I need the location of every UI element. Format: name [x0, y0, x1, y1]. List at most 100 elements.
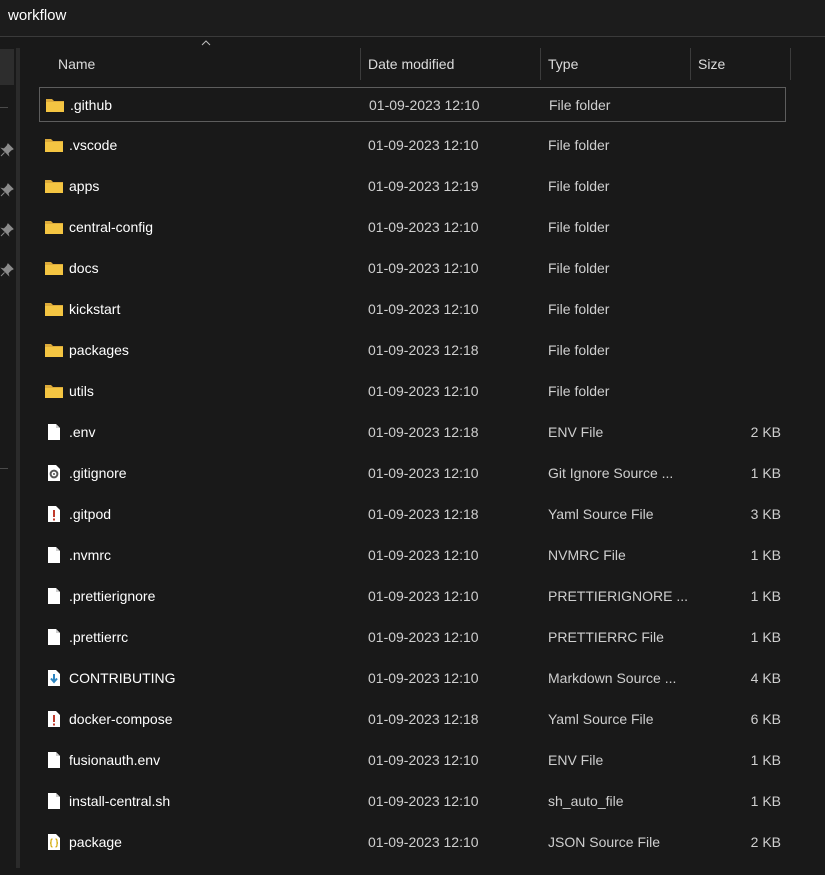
address-bar[interactable]: workflow [0, 0, 825, 37]
file-type: File folder [548, 301, 610, 317]
file-date: 01-09-2023 12:10 [368, 588, 479, 604]
file-type: Yaml Source File [548, 506, 654, 522]
json-file-icon [48, 834, 60, 850]
pane-splitter[interactable] [16, 48, 20, 868]
file-icon [48, 588, 60, 604]
file-name: .gitpod [69, 506, 112, 522]
file-date: 01-09-2023 12:19 [368, 178, 479, 194]
table-row[interactable]: install-central.sh 01-09-2023 12:10 sh_aut… [39, 784, 786, 819]
file-name: fusionauth.env [69, 752, 161, 768]
table-row[interactable]: .gitignore 01-09-2023 12:10 Git Ignore Sou… [39, 456, 786, 491]
pin-icon[interactable] [0, 183, 14, 197]
file-size: 1 KB [750, 465, 781, 481]
file-size: 1 KB [750, 588, 781, 604]
folder-icon [45, 139, 63, 152]
file-type: NVMRC File [548, 547, 626, 563]
file-type: File folder [548, 342, 610, 358]
column-header-row: Name Date modified Type Size [22, 48, 812, 80]
table-row[interactable]: .nvmrc 01-09-2023 12:10 NVMRC File 1 KB [39, 538, 786, 573]
file-size: 2 KB [750, 424, 781, 440]
file-size: 3 KB [750, 506, 781, 522]
file-type: PRETTIERRC File [548, 629, 664, 645]
table-row[interactable]: .github 01-09-2023 12:10 File folder [39, 87, 786, 122]
file-type: File folder [548, 260, 610, 276]
file-date: 01-09-2023 12:18 [368, 424, 479, 440]
file-name: utils [69, 383, 94, 399]
pin-icon[interactable] [0, 143, 14, 157]
table-row[interactable]: docs 01-09-2023 12:10 File folder [39, 251, 786, 286]
nav-selected-item[interactable] [0, 49, 14, 85]
table-row[interactable]: package 01-09-2023 12:10 JSON Source File 2… [39, 825, 786, 860]
folder-icon [45, 262, 63, 275]
column-header-date[interactable]: Date modified [368, 48, 454, 80]
folder-icon [45, 221, 63, 234]
file-name: kickstart [69, 301, 121, 317]
file-date: 01-09-2023 12:10 [368, 547, 479, 563]
file-type: ENV File [548, 752, 604, 768]
file-date: 01-09-2023 12:18 [368, 506, 479, 522]
file-icon [48, 629, 60, 645]
file-size: 2 KB [750, 834, 781, 850]
table-row[interactable]: fusionauth.env 01-09-2023 12:10 ENV File 1 … [39, 743, 786, 778]
file-type: Markdown Source ... [548, 670, 677, 686]
table-row[interactable]: .prettierignore 01-09-2023 12:10 PRETTIERI… [39, 579, 786, 614]
column-divider[interactable] [540, 48, 541, 80]
column-divider[interactable] [790, 48, 791, 80]
file-name: .prettierignore [69, 588, 156, 604]
gear-file-icon [48, 465, 60, 481]
table-row[interactable]: CONTRIBUTING 01-09-2023 12:10 Markdown Sou… [39, 661, 786, 696]
table-row[interactable]: apps 01-09-2023 12:19 File folder [39, 169, 786, 204]
file-type: PRETTIERIGNORE ... [548, 588, 689, 604]
table-row[interactable]: .vscode 01-09-2023 12:10 File folder [39, 128, 786, 163]
file-type: ENV File [548, 424, 604, 440]
file-date: 01-09-2023 12:10 [368, 793, 479, 809]
file-date: 01-09-2023 12:10 [368, 834, 479, 850]
file-type: Yaml Source File [548, 711, 654, 727]
file-name: CONTRIBUTING [69, 670, 176, 686]
pin-icon[interactable] [0, 223, 14, 237]
column-header-size[interactable]: Size [698, 48, 725, 80]
pin-icon[interactable] [0, 263, 14, 277]
file-type: JSON Source File [548, 834, 661, 850]
file-date: 01-09-2023 12:10 [368, 629, 479, 645]
file-name: docs [69, 260, 99, 276]
table-row[interactable]: .prettierrc 01-09-2023 12:10 PRETTIERRC Fi… [39, 620, 786, 655]
table-row[interactable]: central-config 01-09-2023 12:10 File folde… [39, 210, 786, 245]
file-name: .gitignore [69, 465, 127, 481]
column-divider[interactable] [360, 48, 361, 80]
address-path[interactable]: workflow [8, 7, 66, 24]
file-date: 01-09-2023 12:18 [368, 342, 479, 358]
file-icon [48, 793, 60, 809]
table-row[interactable]: .env 01-09-2023 12:18 ENV File 2 KB [39, 415, 786, 450]
file-date: 01-09-2023 12:10 [369, 97, 480, 113]
column-header-name[interactable]: Name [58, 48, 95, 80]
nav-divider [0, 468, 8, 469]
file-name: .prettierrc [69, 629, 129, 645]
file-name: .github [70, 97, 113, 113]
column-header-type[interactable]: Type [548, 48, 578, 80]
file-date: 01-09-2023 12:10 [368, 383, 479, 399]
file-size: 1 KB [750, 629, 781, 645]
column-divider[interactable] [690, 48, 691, 80]
file-icon [48, 424, 60, 440]
file-name: central-config [69, 219, 154, 235]
file-name: install-central.sh [69, 793, 171, 809]
file-type: File folder [548, 219, 610, 235]
file-date: 01-09-2023 12:18 [368, 711, 479, 727]
file-name: packages [69, 342, 129, 358]
file-type: sh_auto_file [548, 793, 624, 809]
table-row[interactable]: utils 01-09-2023 12:10 File folder [39, 374, 786, 409]
file-size: 1 KB [750, 547, 781, 563]
table-row[interactable]: .gitpod 01-09-2023 12:18 Yaml Source File 3… [39, 497, 786, 532]
file-date: 01-09-2023 12:10 [368, 670, 479, 686]
table-row[interactable]: docker-compose 01-09-2023 12:18 Yaml Sourc… [39, 702, 786, 737]
file-name: .nvmrc [69, 547, 111, 563]
markdown-file-icon [48, 670, 60, 686]
file-size: 4 KB [750, 670, 781, 686]
file-date: 01-09-2023 12:10 [368, 260, 479, 276]
table-row[interactable]: kickstart 01-09-2023 12:10 File folder [39, 292, 786, 327]
file-type: File folder [549, 97, 611, 113]
file-icon [48, 752, 60, 768]
table-row[interactable]: packages 01-09-2023 12:18 File folder [39, 333, 786, 368]
file-name: package [69, 834, 122, 850]
